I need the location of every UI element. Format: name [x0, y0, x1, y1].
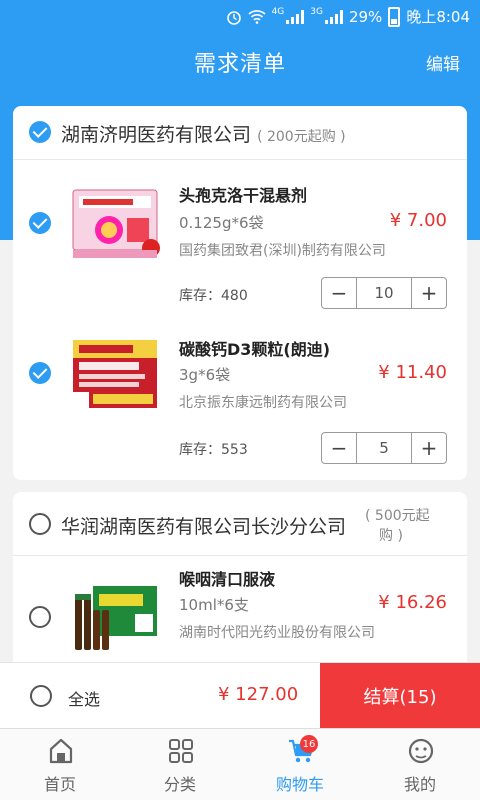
product-manufacturer: 北京振东康远制药有限公司 [179, 395, 347, 411]
quantity-stepper: − 10 + [321, 277, 447, 309]
tab-home[interactable]: 首页 [0, 729, 120, 800]
cart-badge: 16 [300, 735, 318, 753]
store-header: 华润湖南医药有限公司长沙分公司 ( 500元起 购 ) [13, 492, 467, 556]
signal-icon [324, 9, 343, 24]
category-icon [169, 739, 193, 763]
store-name[interactable]: 湖南济明医药有限公司 ( 200元起购 ) [61, 120, 346, 147]
select-all-label[interactable]: 全选 [68, 686, 100, 710]
product-spec: 0.125g*6袋 [179, 214, 264, 232]
store-name-text: 湖南济明医药有限公司 [61, 124, 252, 146]
home-icon [49, 738, 73, 764]
select-all-checkbox[interactable] [30, 685, 52, 707]
decrease-button[interactable]: − [322, 433, 356, 463]
checkout-bar: 全选 ¥ 127.00 结算(15) [0, 662, 480, 729]
store-card: 华润湖南医药有限公司长沙分公司 ( 500元起 购 ) 喉咽清口服液 10ml*… [13, 492, 467, 672]
battery-percent: 29% [348, 7, 383, 26]
product-image[interactable] [69, 336, 161, 412]
decrease-button[interactable]: − [322, 278, 356, 308]
network-label-4g: 4G [271, 6, 285, 17]
store-min-order: ( 500元起 购 ) [365, 506, 430, 546]
tab-category[interactable]: 分类 [120, 729, 240, 800]
store-min-order-line1: ( 500元起 [365, 508, 430, 524]
quantity-value[interactable]: 5 [356, 433, 412, 463]
clock: 晚上8:04 [406, 8, 470, 26]
quantity-value[interactable]: 10 [356, 278, 412, 308]
bottom-tab-bar: 首页 分类 购物车 我的 16 [0, 728, 480, 800]
product-checkbox[interactable] [29, 362, 51, 384]
product-price: ¥ 11.40 [378, 362, 447, 383]
product-name[interactable]: 喉咽清口服液 [179, 566, 275, 590]
store-min-order-line2: 购 ) [379, 528, 403, 544]
product-checkbox[interactable] [29, 212, 51, 234]
product-checkbox[interactable] [29, 606, 51, 628]
network-label-3g: 3G [310, 6, 323, 17]
page-title: 需求清单 [193, 52, 286, 77]
product-manufacturer: 国药集团致君(深圳)制药有限公司 [179, 243, 386, 259]
product-stock: 库存：553 [179, 442, 248, 458]
signal-icon [286, 9, 305, 24]
total-price: ¥ 127.00 [218, 684, 299, 705]
product-item: 碳酸钙D3颗粒(朗迪) 3g*6袋 ¥ 11.40 北京振东康远制药有限公司 库… [13, 320, 467, 480]
tab-label: 我的 [403, 775, 436, 794]
quantity-stepper: − 5 + [321, 432, 447, 464]
product-spec: 10ml*6支 [179, 596, 249, 614]
product-name[interactable]: 头孢克洛干混悬剂 [179, 182, 307, 206]
battery-icon [388, 6, 401, 27]
product-price: ¥ 7.00 [389, 210, 447, 231]
edit-button[interactable]: 编辑 [426, 50, 460, 75]
product-stock: 库存：480 [179, 288, 248, 304]
store-checkbox[interactable] [29, 513, 51, 535]
store-header: 湖南济明医药有限公司 ( 200元起购 ) [13, 106, 467, 160]
store-name[interactable]: 华润湖南医药有限公司长沙分公司 [61, 512, 346, 539]
profile-icon [408, 738, 434, 764]
tab-label: 首页 [43, 775, 76, 794]
product-name[interactable]: 碳酸钙D3颗粒(朗迪) [179, 336, 330, 360]
status-bar: 4G 3G 29% 晚上8:04 [0, 0, 480, 32]
tab-profile[interactable]: 我的 [360, 729, 480, 800]
product-spec: 3g*6袋 [179, 366, 231, 384]
tab-label: 分类 [163, 775, 196, 794]
increase-button[interactable]: + [412, 278, 446, 308]
product-manufacturer: 湖南时代阳光药业股份有限公司 [179, 625, 375, 641]
alarm-icon [226, 10, 241, 25]
page-header: 需求清单 编辑 [0, 32, 480, 92]
product-image[interactable] [69, 580, 161, 656]
store-card: 湖南济明医药有限公司 ( 200元起购 ) 头孢克洛干混悬剂 0.125g*6袋… [13, 106, 467, 480]
store-checkbox[interactable] [29, 121, 51, 143]
wifi-icon [248, 9, 266, 24]
increase-button[interactable]: + [412, 433, 446, 463]
tab-label: 购物车 [275, 775, 324, 794]
product-image[interactable] [69, 186, 161, 262]
store-min-order: ( 200元起购 ) [257, 129, 346, 145]
checkout-button[interactable]: 结算(15) [320, 663, 480, 729]
product-item: 头孢克洛干混悬剂 0.125g*6袋 ¥ 7.00 国药集团致君(深圳)制药有限… [13, 160, 467, 320]
product-price: ¥ 16.26 [378, 592, 447, 613]
product-item: 喉咽清口服液 10ml*6支 ¥ 16.26 湖南时代阳光药业股份有限公司 [13, 556, 467, 672]
